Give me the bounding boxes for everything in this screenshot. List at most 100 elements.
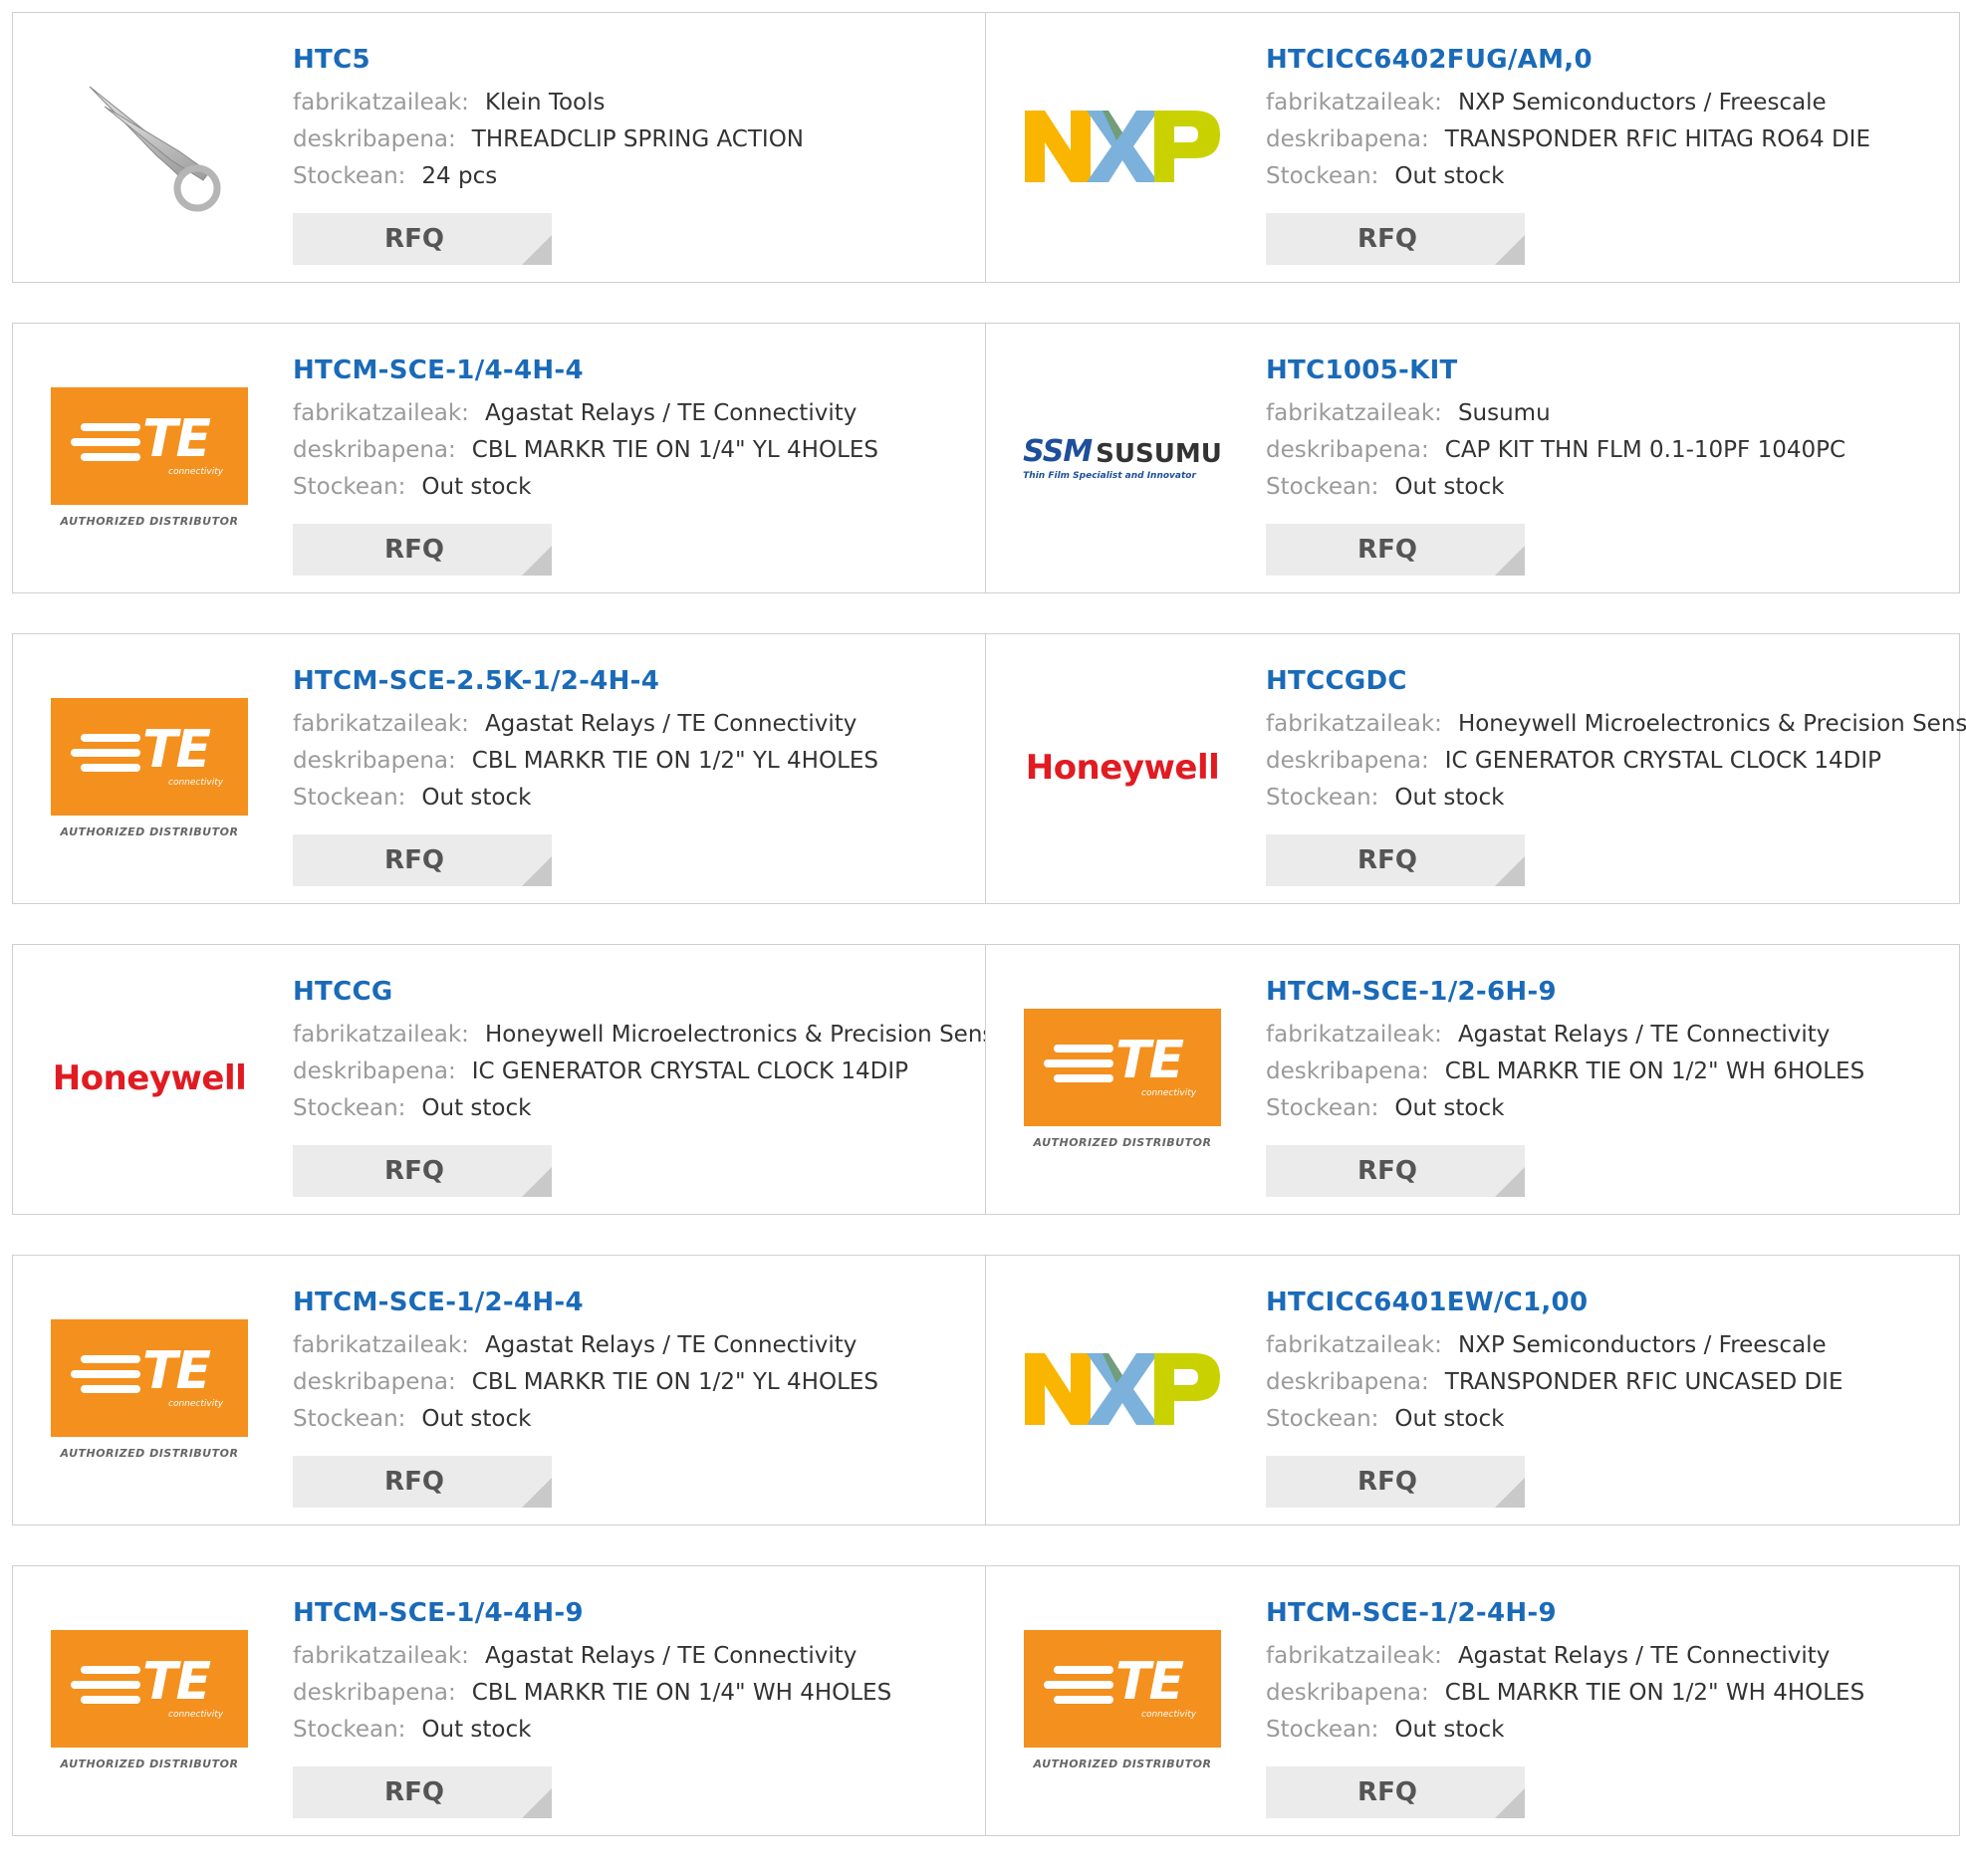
part-number-link[interactable]: HTC5 — [293, 43, 977, 77]
description-row: deskribapena: CBL MARKR TIE ON 1/2" WH 6H… — [1266, 1054, 1951, 1090]
te-logo: TE connectivity AUTHORIZED DISTRIBUTOR — [51, 697, 248, 838]
stock-value: Out stock — [1394, 163, 1505, 189]
te-subtitle: connectivity — [168, 466, 224, 477]
manufacturer-row: fabrikatzaileak: Agastat Relays / TE Conn… — [293, 1327, 977, 1364]
product-card: TE connectivity AUTHORIZED DISTRIBUTOR H… — [12, 1255, 986, 1525]
description-label: deskribapena: — [1266, 437, 1429, 463]
manufacturer-logo[interactable] — [1024, 67, 1221, 226]
product-info: HTC1005-KIT fabrikatzaileak: Susumu deskr… — [1266, 353, 1951, 506]
corner-triangle-icon — [1495, 1478, 1525, 1508]
part-number-link[interactable]: HTCM-SCE-1/2-4H-9 — [1266, 1596, 1951, 1630]
manufacturer-logo[interactable] — [51, 67, 248, 226]
manufacturer-logo[interactable] — [1024, 1309, 1221, 1469]
rfq-label: RFQ — [384, 1467, 444, 1497]
stock-value: Out stock — [1394, 1095, 1505, 1121]
susumu-tagline: Thin Film Specialist and Innovator — [1023, 470, 1196, 481]
manufacturer-value: Susumu — [1457, 400, 1551, 426]
part-number-link[interactable]: HTCM-SCE-1/4-4H-4 — [293, 353, 977, 387]
rfq-button[interactable]: RFQ — [1266, 213, 1525, 265]
description-value: CBL MARKR TIE ON 1/2" YL 4HOLES — [471, 1369, 879, 1395]
stock-row: Stockean: Out stock — [1266, 780, 1951, 817]
description-row: deskribapena: CBL MARKR TIE ON 1/2" WH 4H… — [1266, 1675, 1951, 1712]
te-logo: TE connectivity AUTHORIZED DISTRIBUTOR — [1024, 1008, 1221, 1149]
description-value: CBL MARKR TIE ON 1/4" YL 4HOLES — [471, 437, 879, 463]
manufacturer-logo[interactable]: TE connectivity AUTHORIZED DISTRIBUTOR — [1024, 1620, 1221, 1779]
part-number-link[interactable]: HTCM-SCE-1/4-4H-9 — [293, 1596, 977, 1630]
corner-triangle-icon — [1495, 1167, 1525, 1197]
description-value: IC GENERATOR CRYSTAL CLOCK 14DIP — [1444, 748, 1882, 774]
rfq-button[interactable]: RFQ — [293, 834, 552, 886]
te-bars-icon — [71, 1665, 140, 1711]
rfq-button[interactable]: RFQ — [293, 1766, 552, 1818]
stock-row: Stockean: Out stock — [1266, 1090, 1951, 1127]
manufacturer-logo[interactable]: TE connectivity AUTHORIZED DISTRIBUTOR — [51, 1309, 248, 1469]
part-number-link[interactable]: HTCM-SCE-1/2-4H-4 — [293, 1286, 977, 1319]
rfq-button[interactable]: RFQ — [293, 213, 552, 265]
description-row: deskribapena: CBL MARKR TIE ON 1/4" YL 4H… — [293, 432, 977, 469]
manufacturer-label: fabrikatzaileak: — [293, 400, 469, 426]
te-authorized-text: AUTHORIZED DISTRIBUTOR — [60, 824, 239, 838]
product-row: HTC5 fabrikatzaileak: Klein Tools deskrib… — [12, 12, 1960, 283]
te-logo-box: TE connectivity — [51, 386, 248, 505]
manufacturer-value: Agastat Relays / TE Connectivity — [484, 1332, 858, 1358]
description-label: deskribapena: — [1266, 1369, 1429, 1395]
honeywell-logo: Honeywell — [52, 1058, 247, 1098]
rfq-label: RFQ — [384, 535, 444, 565]
rfq-button[interactable]: RFQ — [1266, 834, 1525, 886]
stock-label: Stockean: — [1266, 163, 1379, 189]
part-number-link[interactable]: HTCM-SCE-1/2-6H-9 — [1266, 975, 1951, 1009]
product-card: HTCICC6402FUG/AM,0 fabrikatzaileak: NXP S… — [985, 12, 1960, 283]
part-number-link[interactable]: HTCCGDC — [1266, 664, 1951, 698]
te-bars-icon — [71, 1354, 140, 1400]
te-authorized-text: AUTHORIZED DISTRIBUTOR — [1033, 1135, 1212, 1149]
rfq-button[interactable]: RFQ — [293, 1145, 552, 1197]
rfq-button[interactable]: RFQ — [1266, 1145, 1525, 1197]
part-number-link[interactable]: HTCM-SCE-2.5K-1/2-4H-4 — [293, 664, 977, 698]
rfq-button[interactable]: RFQ — [1266, 524, 1525, 576]
manufacturer-value: Honeywell Microelectronics & Precision S… — [1457, 711, 1966, 737]
corner-triangle-icon — [1495, 1788, 1525, 1818]
te-logo: TE connectivity AUTHORIZED DISTRIBUTOR — [1024, 1629, 1221, 1770]
te-logo-box: TE connectivity — [1024, 1629, 1221, 1748]
manufacturer-value: Agastat Relays / TE Connectivity — [484, 1643, 858, 1669]
manufacturer-logo[interactable]: TE connectivity AUTHORIZED DISTRIBUTOR — [51, 688, 248, 847]
description-row: deskribapena: THREADCLIP SPRING ACTION — [293, 121, 977, 158]
manufacturer-logo[interactable]: TE connectivity AUTHORIZED DISTRIBUTOR — [51, 377, 248, 537]
rfq-label: RFQ — [1357, 1777, 1417, 1807]
manufacturer-logo[interactable]: TE connectivity AUTHORIZED DISTRIBUTOR — [1024, 999, 1221, 1158]
te-authorized-text: AUTHORIZED DISTRIBUTOR — [60, 514, 239, 528]
part-number-link[interactable]: HTC1005-KIT — [1266, 353, 1951, 387]
part-number-link[interactable]: HTCCG — [293, 975, 977, 1009]
manufacturer-logo[interactable]: TE connectivity AUTHORIZED DISTRIBUTOR — [51, 1620, 248, 1779]
rfq-button[interactable]: RFQ — [293, 1456, 552, 1508]
product-card: HTC5 fabrikatzaileak: Klein Tools deskrib… — [12, 12, 986, 283]
manufacturer-label: fabrikatzaileak: — [293, 711, 469, 737]
description-value: CAP KIT THN FLM 0.1-10PF 1040PC — [1444, 437, 1846, 463]
manufacturer-logo[interactable]: SSM SUSUMU Thin Film Specialist and Inno… — [1023, 377, 1222, 537]
product-info: HTCM-SCE-1/2-6H-9 fabrikatzaileak: Agasta… — [1266, 975, 1951, 1127]
te-letters: TE — [142, 1340, 211, 1401]
product-info: HTC5 fabrikatzaileak: Klein Tools deskrib… — [293, 43, 977, 195]
manufacturer-logo[interactable]: Honeywell — [51, 999, 248, 1158]
rfq-button[interactable]: RFQ — [1266, 1766, 1525, 1818]
product-row: Honeywell HTCCG fabrikatzaileak: Honeywel… — [12, 944, 1960, 1215]
corner-triangle-icon — [522, 1167, 552, 1197]
manufacturer-value: Agastat Relays / TE Connectivity — [1457, 1643, 1831, 1669]
corner-triangle-icon — [522, 235, 552, 265]
te-logo-box: TE connectivity — [51, 697, 248, 816]
product-card: TE connectivity AUTHORIZED DISTRIBUTOR H… — [12, 323, 986, 593]
manufacturer-value: Agastat Relays / TE Connectivity — [484, 711, 858, 737]
manufacturer-row: fabrikatzaileak: Agastat Relays / TE Conn… — [293, 395, 977, 432]
part-number-link[interactable]: HTCICC6401EW/C1,00 — [1266, 1286, 1951, 1319]
stock-label: Stockean: — [293, 1095, 406, 1121]
description-label: deskribapena: — [293, 1369, 456, 1395]
rfq-button[interactable]: RFQ — [1266, 1456, 1525, 1508]
part-number-link[interactable]: HTCICC6402FUG/AM,0 — [1266, 43, 1951, 77]
manufacturer-logo[interactable]: Honeywell — [1024, 688, 1221, 847]
description-value: TRANSPONDER RFIC HITAG RO64 DIE — [1444, 126, 1870, 152]
manufacturer-row: fabrikatzaileak: Agastat Relays / TE Conn… — [1266, 1017, 1951, 1054]
te-bars-icon — [71, 733, 140, 779]
te-logo: TE connectivity AUTHORIZED DISTRIBUTOR — [51, 386, 248, 528]
product-info: HTCICC6402FUG/AM,0 fabrikatzaileak: NXP S… — [1266, 43, 1951, 195]
rfq-button[interactable]: RFQ — [293, 524, 552, 576]
